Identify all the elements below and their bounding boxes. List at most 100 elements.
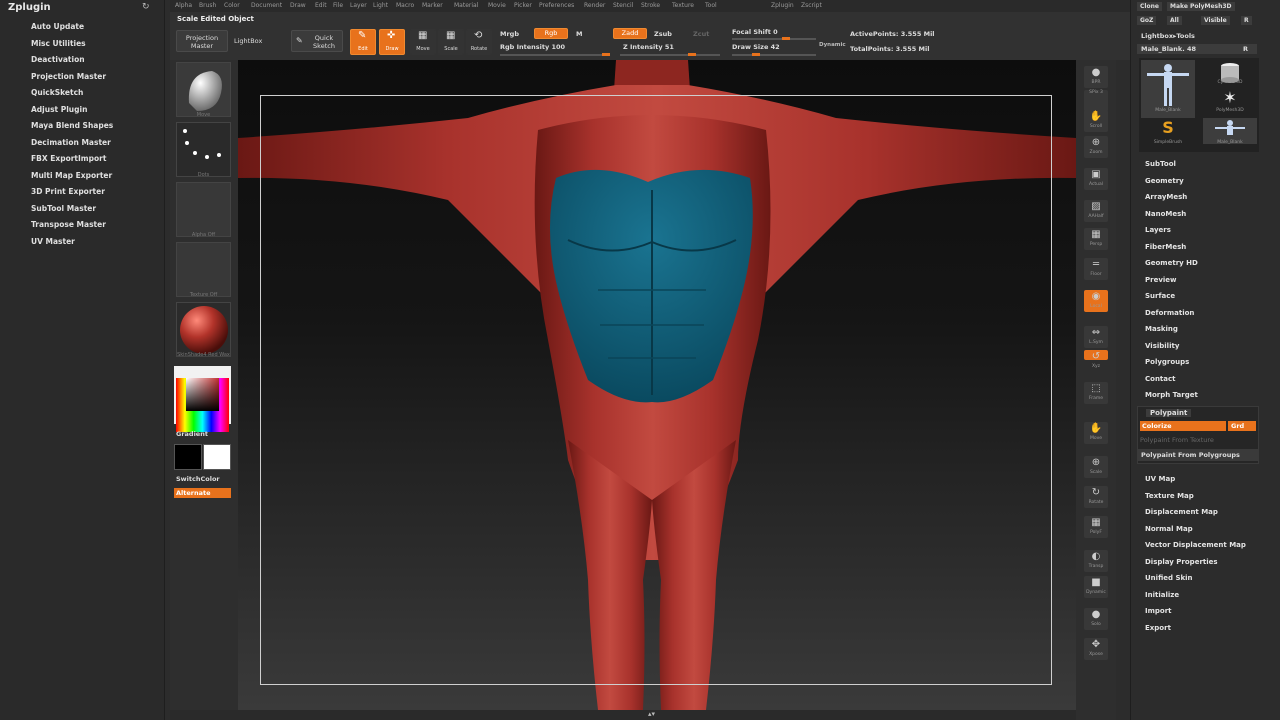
subpalette-nanomesh[interactable]: NanoMesh [1145,210,1186,218]
spix-button[interactable]: SPix 3 [1084,90,1108,112]
plugin-item[interactable]: Adjust Plugin [31,105,87,114]
color-picker[interactable] [174,366,231,432]
zcut-button[interactable]: Zcut [693,30,709,38]
visible-button[interactable]: Visible [1201,16,1230,25]
plugin-item[interactable]: 3D Print Exporter [31,187,105,196]
subpalette-preview[interactable]: Preview [1145,276,1177,284]
subpalette-arraymesh[interactable]: ArrayMesh [1145,193,1187,201]
stroke-thumbnail[interactable] [176,122,231,177]
subpalette-masking[interactable]: Masking [1145,325,1178,333]
rotate-button[interactable]: ↻ Rotate [1084,486,1108,508]
xpose-button[interactable]: ✥ Xpose [1084,638,1108,660]
menu-item[interactable]: Marker [422,2,443,9]
menu-item[interactable]: Color [224,2,240,9]
subpalette-polygroups[interactable]: Polygroups [1145,358,1189,366]
lightbox-button[interactable]: LightBox [234,37,262,45]
menu-item[interactable]: Edit [315,2,327,9]
subpalette-geometry[interactable]: Geometry [1145,177,1184,185]
subpalette-displacement-map[interactable]: Displacement Map [1145,508,1218,516]
subpalette-uv-map[interactable]: UV Map [1145,475,1175,483]
menu-item[interactable]: Macro [396,2,414,9]
canvas-viewport[interactable] [238,60,1076,710]
move-button[interactable]: ▦ Move [410,29,436,55]
subpalette-unified-skin[interactable]: Unified Skin [1145,574,1193,582]
plugin-item[interactable]: Decimation Master [31,138,111,147]
menu-item[interactable]: Preferences [539,2,574,9]
menu-item[interactable]: Material [454,2,478,9]
plugin-item[interactable]: QuickSketch [31,88,83,97]
plugin-item[interactable]: UV Master [31,237,75,246]
subpalette-morph-target[interactable]: Morph Target [1145,391,1198,399]
r-button[interactable]: R [1241,16,1252,25]
expand-arrow-icon[interactable]: ▴▾ [648,710,655,718]
material-thumbnail[interactable] [176,302,231,357]
m-button[interactable]: M [576,30,582,38]
menu-item[interactable]: Brush [199,2,216,9]
zadd-button[interactable]: Zadd [613,28,647,39]
menu-item[interactable]: Stencil [613,2,633,9]
focal-shift-handle[interactable] [782,37,790,40]
subpalette-import[interactable]: Import [1145,607,1172,615]
draw-button[interactable]: ✜ Draw [379,29,405,55]
subpalette-subtool[interactable]: SubTool [1145,160,1176,168]
zsub-button[interactable]: Zsub [654,30,672,38]
subpalette-export[interactable]: Export [1145,624,1171,632]
plugin-item[interactable]: SubTool Master [31,204,96,213]
actual-button[interactable]: ▣ Actual [1084,168,1108,190]
rgb-intensity-slider[interactable]: Rgb Intensity 100 [500,43,565,51]
persp-button[interactable]: ▦ Persp [1084,228,1108,250]
focal-shift-track[interactable] [732,38,816,40]
subpalette-normal-map[interactable]: Normal Map [1145,525,1193,533]
subpalette-display-properties[interactable]: Display Properties [1145,558,1218,566]
texture-thumbnail[interactable] [176,242,231,297]
zplugin-title[interactable]: Zplugin [8,2,51,13]
menu-item[interactable]: Layer [350,2,367,9]
plugin-item[interactable]: FBX ExportImport [31,154,106,163]
zoom-button[interactable]: ⊕ Zoom [1084,136,1108,158]
transp-button[interactable]: ◐ Transp [1084,550,1108,572]
quick-sketch-button[interactable]: ✎ Quick Sketch [291,30,343,52]
lightbox-tools-button[interactable]: Lightbox▸Tools [1141,32,1195,40]
rgb-intensity-track[interactable] [500,54,610,56]
draw-size-handle[interactable] [752,53,760,56]
dynamic-button[interactable]: Dynamic [819,42,846,48]
z-intensity-track[interactable] [620,54,720,56]
rotate-button[interactable]: ⟲ Rotate [466,29,492,55]
plugin-item[interactable]: Deactivation [31,55,85,64]
alternate-button[interactable]: Alternate [174,488,231,498]
subpalette-layers[interactable]: Layers [1145,226,1171,234]
menu-item[interactable]: Texture [672,2,694,9]
local-button[interactable]: ◉ Local [1084,290,1108,312]
subpalette-contact[interactable]: Contact [1145,375,1176,383]
xyz-button[interactable]: ↺ Xyz [1084,350,1108,369]
polypaint-from-polygroups-button[interactable]: Polypaint From Polygroups [1138,449,1258,461]
rgb-intensity-handle[interactable] [602,53,610,56]
menu-item[interactable]: Light [373,2,388,9]
aahalf-button[interactable]: ▨ AAHalf [1084,200,1108,222]
mrgb-button[interactable]: Mrgb [500,30,519,38]
menu-item[interactable]: File [333,2,343,9]
plugin-item[interactable]: Misc Utilities [31,39,86,48]
menu-item[interactable]: Stroke [641,2,660,9]
menu-item[interactable]: Picker [514,2,532,9]
z-intensity-handle[interactable] [688,53,696,56]
menu-item[interactable]: Render [584,2,605,9]
rgb-button[interactable]: Rgb [534,28,568,39]
subpalette-surface[interactable]: Surface [1145,292,1175,300]
gradient-label[interactable]: Gradient [176,430,208,438]
z-intensity-slider[interactable]: Z Intensity 51 [623,43,674,51]
menu-item[interactable]: Zscript [801,2,822,9]
subpalette-vector-displacement-map[interactable]: Vector Displacement Map [1145,541,1246,549]
grd-toggle[interactable]: Grd [1228,421,1256,431]
subpalette-fibermesh[interactable]: FiberMesh [1145,243,1186,251]
switch-color-button[interactable]: SwitchColor [176,475,220,483]
saturation-box[interactable] [186,378,219,411]
main-color-swatch[interactable] [174,444,202,470]
goz-button[interactable]: GoZ [1137,16,1157,25]
frame-button[interactable]: ⬚ Frame [1084,382,1108,404]
subpalette-geometry-hd[interactable]: Geometry HD [1145,259,1198,267]
subpalette-visibility[interactable]: Visibility [1145,342,1179,350]
draw-size-track[interactable] [732,54,816,56]
menu-item[interactable]: Movie [488,2,506,9]
subpalette-deformation[interactable]: Deformation [1145,309,1194,317]
